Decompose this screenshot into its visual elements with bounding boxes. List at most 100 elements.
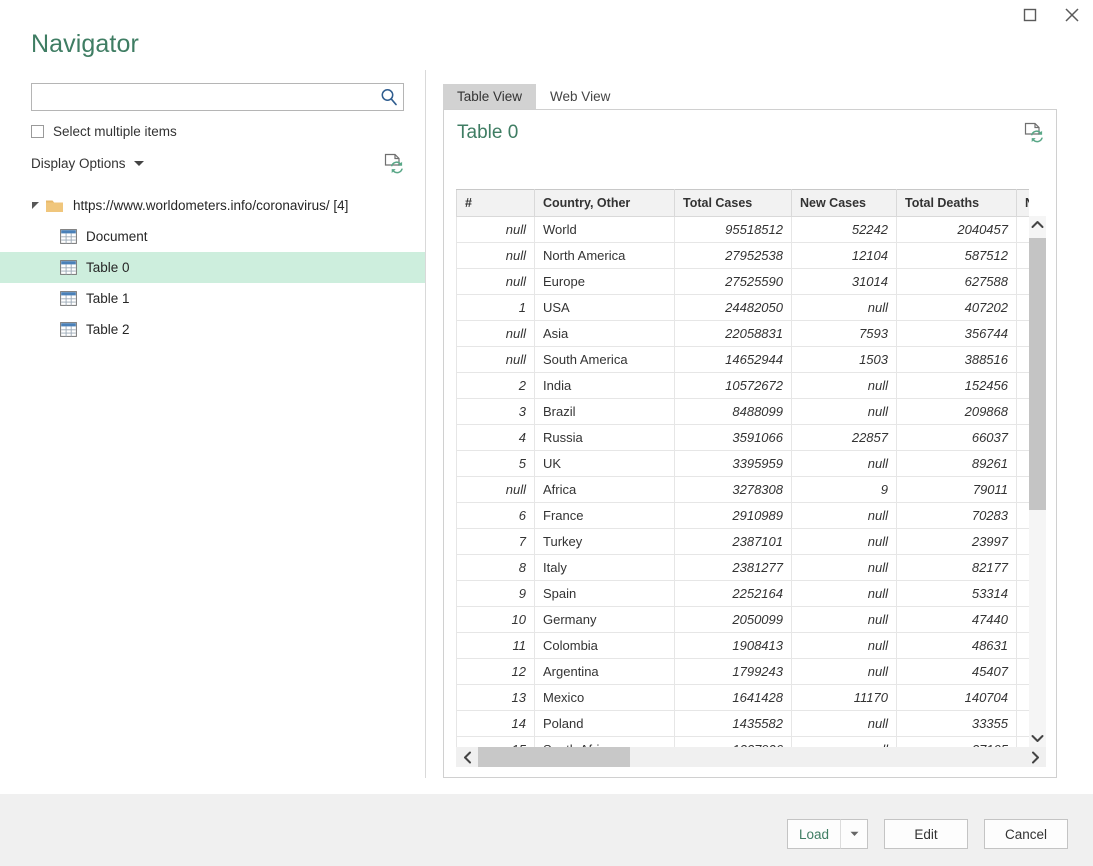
load-button[interactable]: Load bbox=[787, 819, 840, 849]
table-row[interactable]: null Asia 22058831 7593 356744 bbox=[456, 320, 1029, 347]
close-icon[interactable] bbox=[1051, 0, 1093, 30]
table-cell-new-cases: 52242 bbox=[791, 216, 897, 243]
table-cell-country: Russia bbox=[534, 424, 675, 451]
navigator-left-pane: Select multiple items Display Options ht… bbox=[0, 70, 425, 794]
table-cell-new-deaths bbox=[1016, 632, 1029, 659]
vertical-scrollbar[interactable] bbox=[1029, 216, 1046, 747]
column-header-total-deaths[interactable]: Total Deaths bbox=[896, 189, 1017, 217]
refresh-document-icon[interactable] bbox=[1022, 121, 1044, 146]
table-cell-new-cases: null bbox=[791, 528, 897, 555]
table-cell-index: null bbox=[456, 216, 535, 243]
table-cell-index: 6 bbox=[456, 502, 535, 529]
table-row[interactable]: 15South Africa1337926null37105 bbox=[456, 736, 1029, 747]
page-title: Navigator bbox=[31, 30, 139, 58]
table-cell-new-cases: null bbox=[791, 710, 897, 737]
table-cell-total-deaths: 66037 bbox=[896, 424, 1017, 451]
table-cell-country: Colombia bbox=[534, 632, 675, 659]
tree-root-node[interactable]: https://www.worldometers.info/coronaviru… bbox=[0, 190, 425, 221]
chevron-up-icon[interactable] bbox=[1029, 216, 1046, 233]
table-cell-total-cases: 1641428 bbox=[674, 684, 792, 711]
table-row[interactable]: 11 Colombia 1908413 null 48631 bbox=[456, 632, 1029, 659]
column-header-new-deaths[interactable]: Ne bbox=[1016, 189, 1029, 217]
vertical-scrollbar-thumb[interactable] bbox=[1029, 238, 1046, 510]
load-dropdown-chevron-down-icon[interactable] bbox=[840, 819, 868, 849]
table-cell-country: India bbox=[534, 372, 675, 399]
pane-divider bbox=[425, 70, 426, 778]
tree-item-document[interactable]: Document bbox=[0, 221, 425, 252]
table-cell-index: 13 bbox=[456, 684, 535, 711]
cancel-button[interactable]: Cancel bbox=[984, 819, 1068, 849]
refresh-document-icon[interactable] bbox=[382, 152, 404, 177]
select-multiple-items-checkbox[interactable] bbox=[31, 125, 44, 138]
chevron-right-icon[interactable] bbox=[1024, 747, 1046, 767]
search-icon[interactable] bbox=[375, 87, 403, 107]
search-input[interactable] bbox=[32, 84, 375, 110]
column-header-index[interactable]: # bbox=[456, 189, 535, 217]
table-cell-new-cases: 11170 bbox=[791, 684, 897, 711]
table-cell-new-deaths bbox=[1016, 216, 1029, 243]
table-row[interactable]: null North America 27952538 12104 587512 bbox=[456, 242, 1029, 269]
table-cell-index: 5 bbox=[456, 450, 535, 477]
tree-item-table-2[interactable]: Table 2 bbox=[0, 314, 425, 345]
tree-item-table-0[interactable]: Table 0 bbox=[0, 252, 425, 283]
table-cell-index: null bbox=[456, 346, 535, 373]
tab-table-view[interactable]: Table View bbox=[443, 84, 537, 109]
table-cell-total-deaths: 47440 bbox=[896, 606, 1017, 633]
tree-expander-icon[interactable] bbox=[31, 201, 45, 211]
table-row[interactable]: 14 Poland 1435582 null 33355 bbox=[456, 710, 1029, 737]
table-row[interactable]: 2 India 10572672 null 152456 bbox=[456, 372, 1029, 399]
table-row[interactable]: null Africa 3278308 9 79011 bbox=[456, 476, 1029, 503]
table-row[interactable]: null World 95518512 52242 2040457 bbox=[456, 216, 1029, 243]
horizontal-scrollbar-thumb[interactable] bbox=[478, 747, 630, 767]
table-row[interactable]: 13 Mexico 1641428 11170 140704 bbox=[456, 684, 1029, 711]
table-row[interactable]: 4 Russia 3591066 22857 66037 bbox=[456, 424, 1029, 451]
table-cell-new-deaths bbox=[1016, 346, 1029, 373]
table-row[interactable]: null South America 14652944 1503 388516 bbox=[456, 346, 1029, 373]
table-cell-new-cases: null bbox=[791, 450, 897, 477]
table-icon bbox=[60, 322, 77, 337]
table-row[interactable]: 12 Argentina 1799243 null 45407 bbox=[456, 658, 1029, 685]
table-row[interactable]: 9 Spain 2252164 null 53314 bbox=[456, 580, 1029, 607]
column-header-new-cases[interactable]: New Cases bbox=[791, 189, 897, 217]
column-header-country[interactable]: Country, Other bbox=[534, 189, 675, 217]
table-cell-new-deaths bbox=[1016, 502, 1029, 529]
tab-web-view[interactable]: Web View bbox=[536, 84, 624, 109]
table-cell-index: 10 bbox=[456, 606, 535, 633]
table-row[interactable]: 10 Germany 2050099 null 47440 bbox=[456, 606, 1029, 633]
table-cell-total-deaths: 152456 bbox=[896, 372, 1017, 399]
display-options-dropdown[interactable]: Display Options bbox=[31, 156, 144, 171]
search-box[interactable] bbox=[31, 83, 404, 111]
column-header-total-cases[interactable]: Total Cases bbox=[674, 189, 792, 217]
tree-item-table-1[interactable]: Table 1 bbox=[0, 283, 425, 314]
chevron-down-icon[interactable] bbox=[133, 161, 144, 166]
table-cell-total-deaths: 2040457 bbox=[896, 216, 1017, 243]
table-cell-country: Africa bbox=[534, 476, 675, 503]
preview-panel: Table 0 # Country, Other Total Cases New… bbox=[443, 109, 1057, 778]
edit-button[interactable]: Edit bbox=[884, 819, 968, 849]
table-cell-new-cases: null bbox=[791, 580, 897, 607]
maximize-icon[interactable] bbox=[1009, 0, 1051, 30]
table-icon bbox=[60, 291, 77, 306]
table-cell-country: North America bbox=[534, 242, 675, 269]
table-row[interactable]: 8 Italy 2381277 null 82177 bbox=[456, 554, 1029, 581]
chevron-left-icon[interactable] bbox=[456, 747, 478, 767]
table-cell-total-cases: 2252164 bbox=[674, 580, 792, 607]
table-cell-new-cases: null bbox=[791, 398, 897, 425]
table-cell-total-cases: 10572672 bbox=[674, 372, 792, 399]
table-cell-country: South Africa bbox=[534, 736, 675, 747]
table-cell-new-deaths bbox=[1016, 736, 1029, 747]
table-row[interactable]: 1 USA 24482050 null 407202 bbox=[456, 294, 1029, 321]
table-row[interactable]: 6 France 2910989 null 70283 bbox=[456, 502, 1029, 529]
table-cell-total-deaths: 209868 bbox=[896, 398, 1017, 425]
table-cell-index: 9 bbox=[456, 580, 535, 607]
chevron-down-icon[interactable] bbox=[1029, 730, 1046, 747]
table-row[interactable]: null Europe 27525590 31014 627588 bbox=[456, 268, 1029, 295]
table-row[interactable]: 5 UK 3395959 null 89261 bbox=[456, 450, 1029, 477]
select-multiple-items-row[interactable]: Select multiple items bbox=[31, 124, 177, 139]
folder-icon bbox=[45, 198, 64, 214]
table-row[interactable]: 3 Brazil 8488099 null 209868 bbox=[456, 398, 1029, 425]
table-cell-new-deaths bbox=[1016, 268, 1029, 295]
table-row[interactable]: 7 Turkey 2387101 null 23997 bbox=[456, 528, 1029, 555]
table-cell-total-cases: 1337926 bbox=[674, 736, 792, 747]
horizontal-scrollbar[interactable] bbox=[456, 747, 1046, 767]
